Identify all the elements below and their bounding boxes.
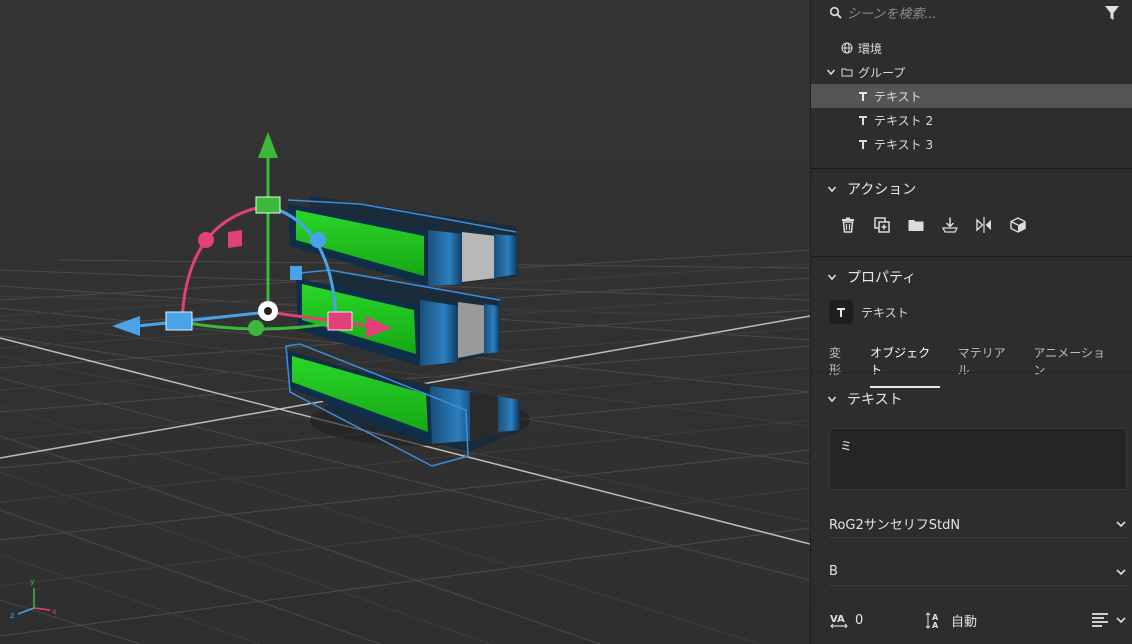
text-object-icon bbox=[837, 308, 845, 317]
viewport-canvas[interactable]: y x z bbox=[0, 0, 810, 644]
text-content-field[interactable]: ミ bbox=[829, 428, 1127, 490]
spacing-row: VA 0 A A 自動 bbox=[829, 608, 1127, 632]
font-weight-select[interactable]: B bbox=[829, 558, 1127, 586]
rotate-x-handle bbox=[198, 232, 214, 248]
rotate-y-handle bbox=[248, 320, 264, 336]
chevron-down-icon[interactable] bbox=[1115, 614, 1127, 626]
tree-item-text-2[interactable]: テキスト 2 bbox=[811, 108, 1132, 132]
tab-object[interactable]: オブジェクト bbox=[870, 344, 940, 388]
scale-y-handle bbox=[255, 196, 281, 214]
scale-z-handle bbox=[165, 311, 193, 331]
divider bbox=[811, 372, 1132, 373]
selected-object-label: テキスト bbox=[861, 305, 909, 320]
download-icon bbox=[941, 217, 959, 233]
drop-to-ground-button[interactable] bbox=[933, 212, 967, 238]
leading-icon: A A bbox=[925, 612, 939, 630]
mirror-icon bbox=[976, 217, 991, 233]
section-title: テキスト bbox=[847, 392, 903, 408]
text-section-header[interactable]: テキスト bbox=[827, 388, 903, 410]
3d-viewport[interactable]: y x z bbox=[0, 0, 810, 644]
scale-x-handle bbox=[327, 311, 353, 331]
tree-item-group[interactable]: グループ bbox=[811, 60, 1132, 84]
font-family-select[interactable]: RoG2サンセリフStdN bbox=[829, 510, 1127, 538]
text-object-icon bbox=[859, 92, 867, 101]
tree-item-label: グループ bbox=[858, 65, 906, 80]
leading-value[interactable]: 自動 bbox=[951, 611, 1091, 630]
tree-item-label: テキスト 2 bbox=[874, 113, 934, 128]
property-tabs: 変形 オブジェクト マテリアル アニメーション bbox=[829, 344, 1132, 388]
tree-item-label: テキスト 3 bbox=[874, 137, 934, 152]
tree-item-text-1[interactable]: テキスト bbox=[811, 84, 1132, 108]
search-icon bbox=[829, 6, 842, 19]
axis-y-label: y bbox=[30, 577, 35, 586]
tab-transform[interactable]: 変形 bbox=[829, 344, 852, 388]
text-object-icon bbox=[859, 140, 867, 149]
chevron-down-icon[interactable] bbox=[825, 66, 837, 78]
tree-item-text-3[interactable]: テキスト 3 bbox=[811, 132, 1132, 156]
group-button[interactable] bbox=[899, 212, 933, 238]
plane-xy-handle bbox=[228, 229, 242, 248]
font-weight-value: B bbox=[829, 564, 838, 579]
section-title: プロパティ bbox=[847, 270, 917, 286]
duplicate-button[interactable] bbox=[865, 212, 899, 238]
chevron-down-icon bbox=[827, 186, 837, 193]
text-object-icon bbox=[859, 116, 867, 125]
divider bbox=[811, 256, 1132, 257]
scene-search bbox=[811, 0, 1132, 30]
svg-text:VA: VA bbox=[830, 614, 845, 625]
align-left-icon[interactable] bbox=[1091, 612, 1109, 628]
tree-item-environment[interactable]: 環境 bbox=[811, 36, 1132, 60]
folder-icon bbox=[841, 68, 853, 77]
object-type-badge bbox=[829, 300, 853, 324]
scene-search-input[interactable] bbox=[847, 4, 1087, 24]
chevron-down-icon bbox=[1116, 520, 1126, 527]
tracking-icon: VA bbox=[830, 614, 848, 629]
folder-icon bbox=[908, 220, 924, 231]
axis-x-label: x bbox=[52, 607, 57, 616]
chevron-down-icon bbox=[1116, 568, 1126, 575]
mirror-button[interactable] bbox=[967, 212, 1001, 238]
duplicate-icon bbox=[874, 217, 890, 233]
properties-panel: 環境 グループ テキスト テキスト 2 テ bbox=[810, 0, 1132, 644]
globe-icon bbox=[841, 42, 853, 54]
action-toolbar bbox=[831, 212, 1035, 238]
delete-button[interactable] bbox=[831, 212, 865, 238]
tree-item-label: 環境 bbox=[858, 41, 883, 56]
scene-tree: 環境 グループ テキスト テキスト 2 テキスト 3 bbox=[811, 36, 1132, 156]
actions-section-header[interactable]: アクション bbox=[827, 178, 916, 200]
convert-to-3d-button[interactable] bbox=[1001, 212, 1035, 238]
trash-icon bbox=[842, 217, 854, 233]
section-title: アクション bbox=[847, 182, 917, 198]
plane-yz-handle bbox=[290, 266, 302, 280]
axis-z-label: z bbox=[10, 611, 14, 620]
font-family-value: RoG2サンセリフStdN bbox=[829, 518, 961, 533]
cube-icon bbox=[1010, 217, 1026, 233]
chevron-down-icon bbox=[827, 396, 837, 403]
divider bbox=[811, 168, 1132, 169]
rotate-z-handle bbox=[310, 232, 326, 248]
selected-object-row: テキスト bbox=[829, 300, 909, 324]
tab-animation[interactable]: アニメーション bbox=[1033, 344, 1114, 388]
filter-icon[interactable] bbox=[1103, 4, 1121, 22]
tree-item-label: テキスト bbox=[874, 89, 922, 104]
tracking-value[interactable]: 0 bbox=[855, 613, 925, 628]
tab-material[interactable]: マテリアル bbox=[958, 344, 1016, 388]
svg-text:A: A bbox=[932, 621, 939, 630]
properties-section-header[interactable]: プロパティ bbox=[827, 266, 916, 288]
chevron-down-icon bbox=[827, 274, 837, 281]
